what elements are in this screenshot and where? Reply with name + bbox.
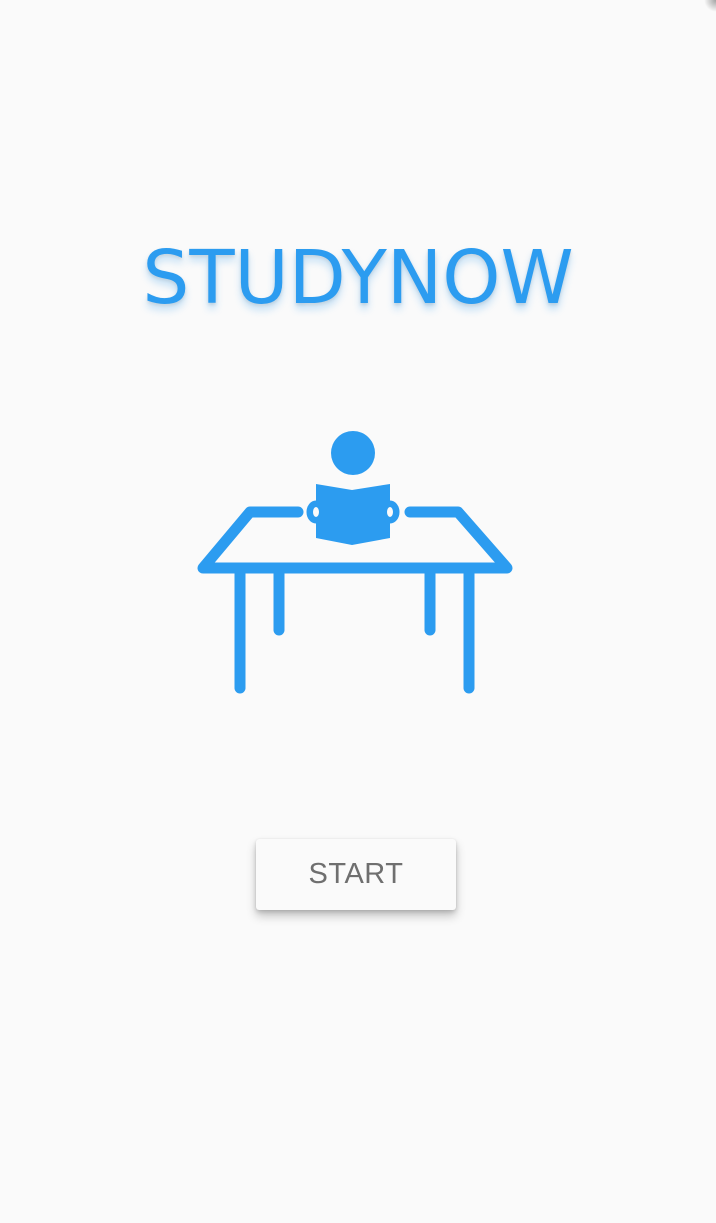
start-button[interactable]: START bbox=[256, 839, 456, 910]
app-title: STUDYNOW bbox=[142, 235, 574, 321]
status-corner-shadow bbox=[704, 0, 716, 12]
book-icon bbox=[316, 484, 390, 545]
person-reading-at-desk-icon bbox=[197, 431, 513, 694]
head-icon bbox=[331, 431, 375, 475]
